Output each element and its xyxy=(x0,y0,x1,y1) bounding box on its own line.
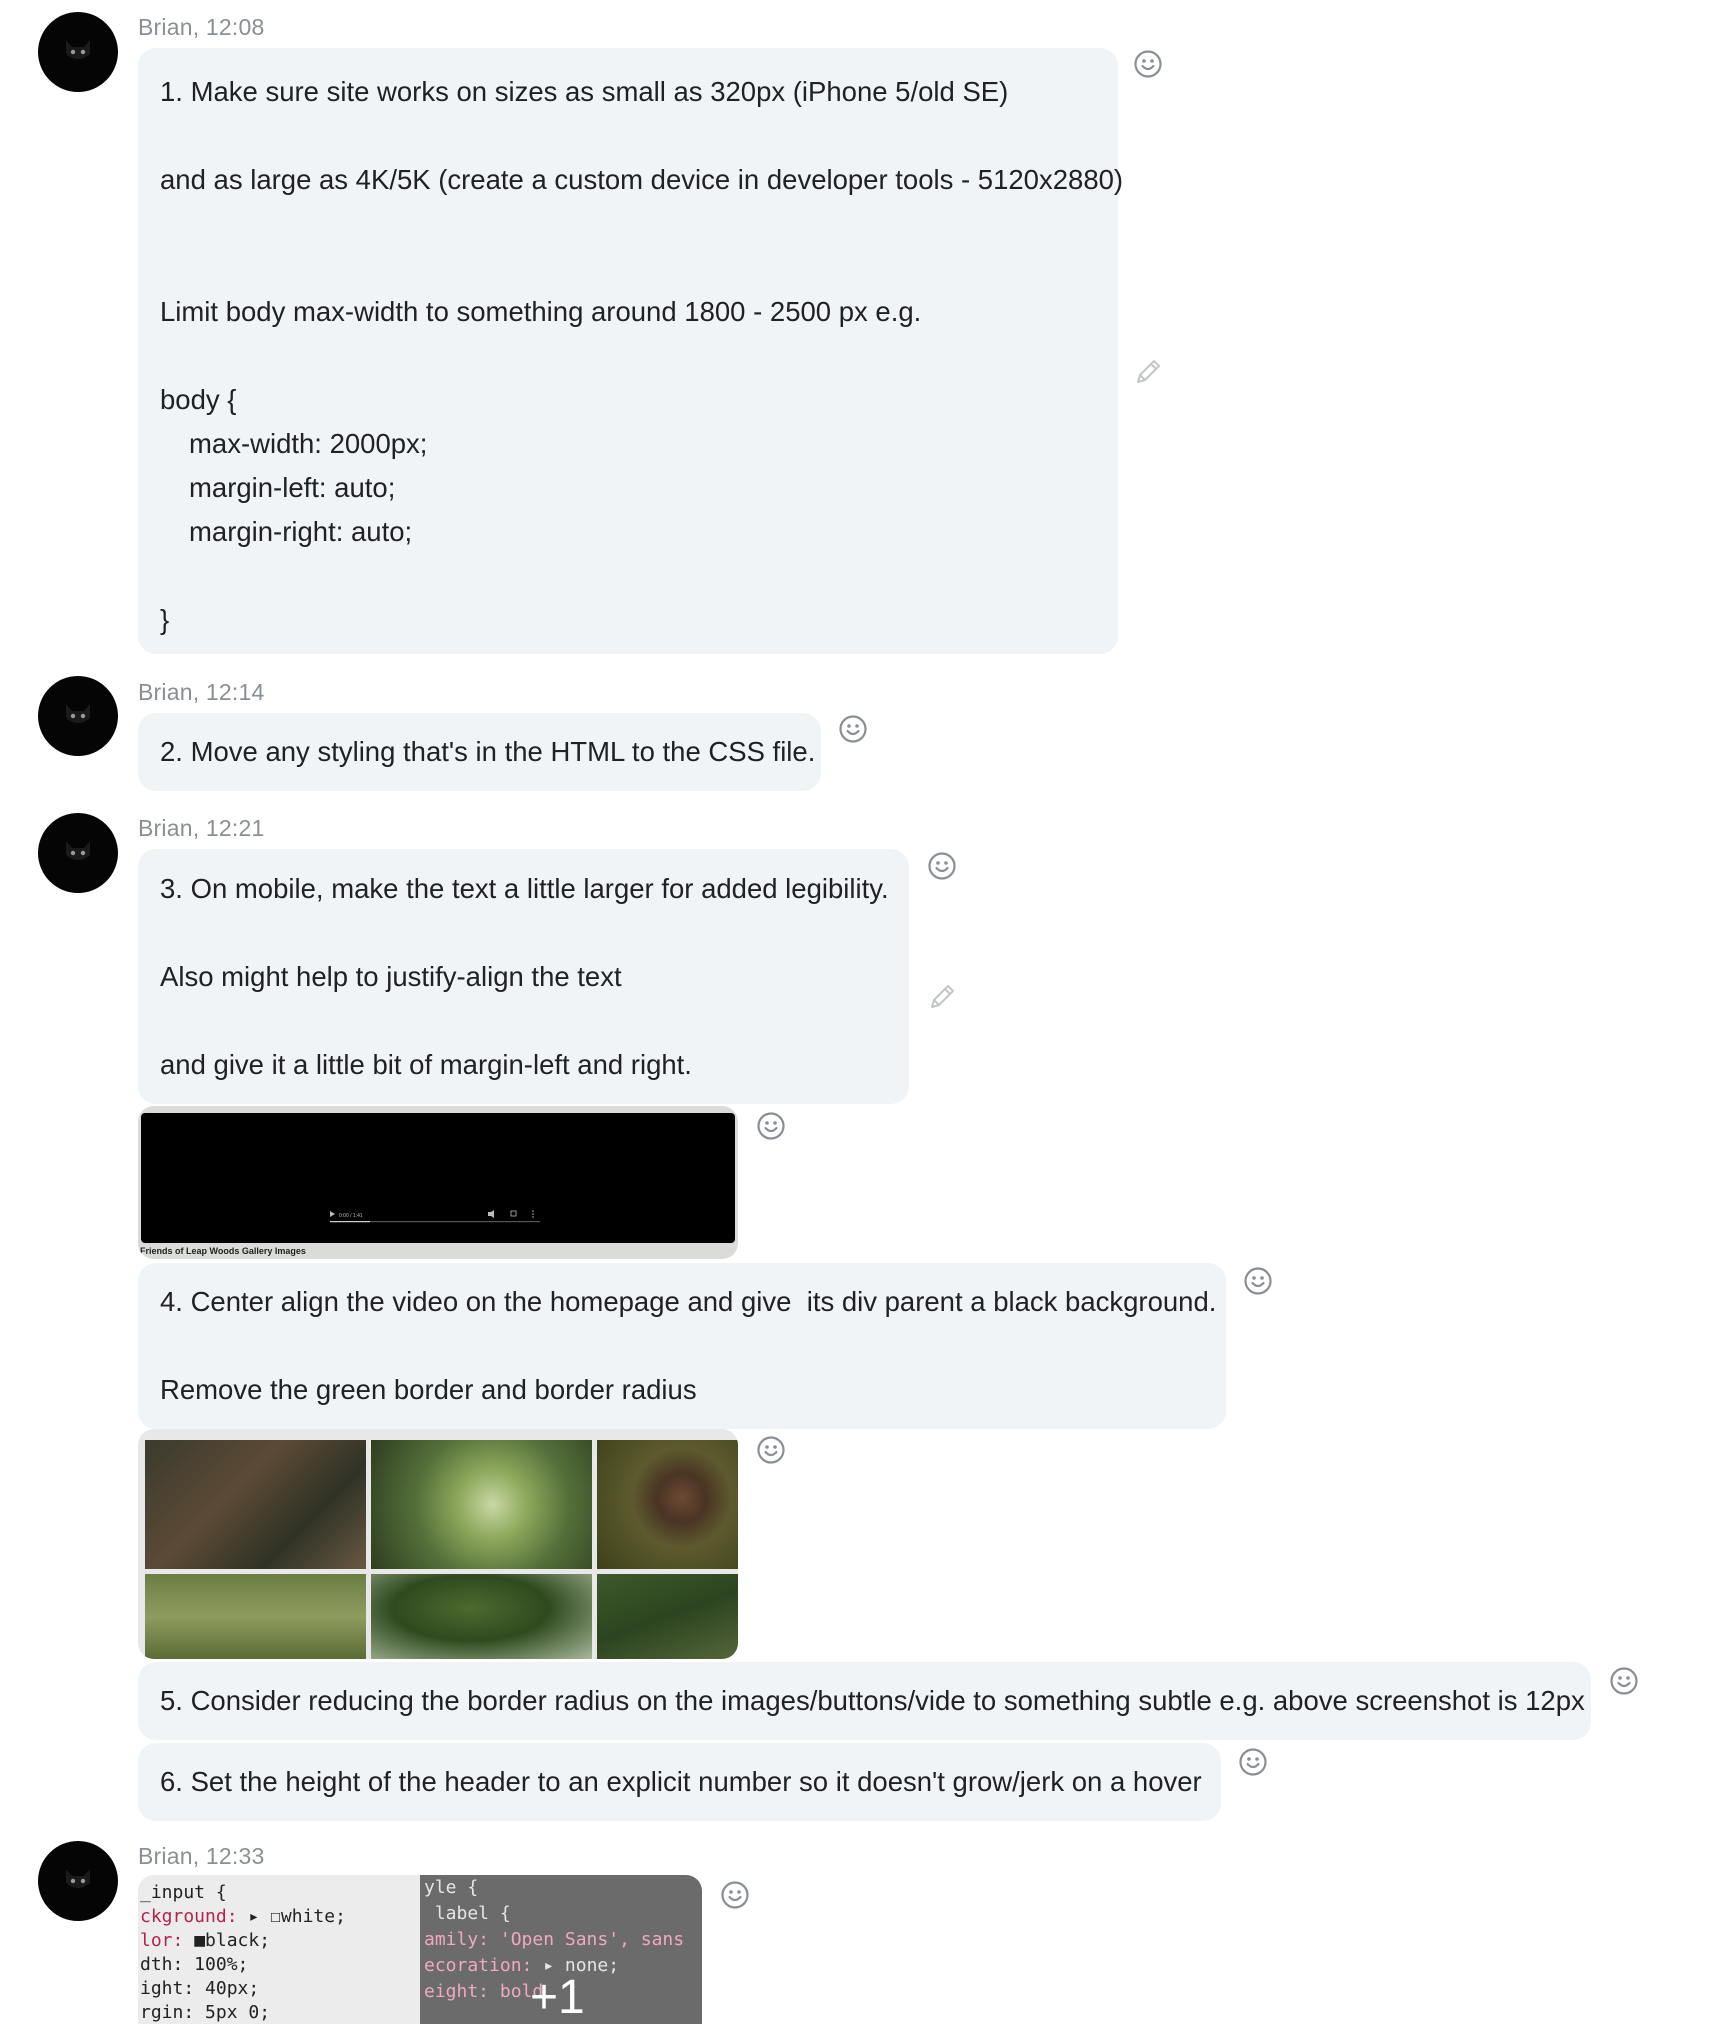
message-sender-time: Brian, 12:33 xyxy=(138,1843,265,1869)
code-text: margin-right: auto; xyxy=(189,516,413,547)
video-player xyxy=(141,1113,735,1243)
cat-face-icon xyxy=(66,841,90,860)
message-text: and give it a little bit of margin-left … xyxy=(160,1049,692,1080)
message-text: 2. Move any styling that's in the HTML t… xyxy=(160,736,816,767)
message-bubble[interactable]: 6. Set the height of the header to an ex… xyxy=(138,1743,1221,1821)
more-images-count: +1 xyxy=(530,1971,585,2024)
message-bubble[interactable]: 5. Consider reducing the border radius o… xyxy=(138,1662,1591,1740)
message-text: 5. Consider reducing the border radius o… xyxy=(160,1685,1585,1716)
chat-thread: Brian, 12:08 1. Make sure site works on … xyxy=(0,0,1712,2024)
add-reaction-smiley-icon[interactable] xyxy=(838,714,868,744)
add-reaction-smiley-icon[interactable] xyxy=(1243,1266,1273,1296)
cat-face-icon xyxy=(66,40,90,59)
add-reaction-smiley-icon[interactable] xyxy=(1238,1747,1268,1777)
message-text: 6. Set the height of the header to an ex… xyxy=(160,1766,1202,1797)
message-bubble[interactable]: 4. Center align the video on the homepag… xyxy=(138,1263,1226,1429)
message-sender-time: Brian, 12:14 xyxy=(138,679,265,705)
add-reaction-smiley-icon[interactable] xyxy=(1609,1666,1639,1696)
photo-woman-forest xyxy=(145,1440,366,1569)
message-bubble[interactable]: 2. Move any styling that's in the HTML t… xyxy=(138,713,821,791)
avatar[interactable] xyxy=(38,12,118,92)
code-text: body { xyxy=(160,384,237,415)
code-screenshot-left: _input { ckground: ▸ ☐white; lor: ■black… xyxy=(138,1875,420,2024)
code-screenshot-right: yle { label { amily: 'Open Sans', sans e… xyxy=(420,1875,702,2024)
photo-child-meadow xyxy=(145,1574,366,1659)
avatar[interactable] xyxy=(38,676,118,756)
video-controls: 0:00 / 1:41 xyxy=(330,1210,540,1223)
photo-fern xyxy=(371,1440,592,1569)
video-time: 0:00 / 1:41 xyxy=(339,1213,363,1219)
cat-face-icon xyxy=(66,1869,90,1888)
message-text: Also might help to justify-align the tex… xyxy=(160,961,622,992)
message-bubble[interactable]: 1. Make sure site works on sizes as smal… xyxy=(138,48,1124,654)
gallery-screenshot-image[interactable] xyxy=(138,1429,738,1659)
add-reaction-smiley-icon[interactable] xyxy=(720,1880,750,1910)
cat-face-icon xyxy=(66,704,90,723)
message-text: 3. On mobile, make the text a little lar… xyxy=(160,873,889,904)
edit-pencil-icon[interactable] xyxy=(927,982,957,1012)
code-text: } xyxy=(160,604,170,635)
message-sender-time: Brian, 12:08 xyxy=(138,14,265,40)
photo-dog xyxy=(597,1440,738,1569)
message-text: 4. Center align the video on the homepag… xyxy=(160,1286,1217,1317)
add-reaction-smiley-icon[interactable] xyxy=(927,851,957,881)
video-screenshot-image[interactable]: 0:00 / 1:41 Friends of Leap Woods Galler… xyxy=(138,1106,738,1259)
photo-woman-shrubs xyxy=(597,1574,738,1659)
code-text: max-width: 2000px; xyxy=(189,428,428,459)
message-text: 1. Make sure site works on sizes as smal… xyxy=(160,76,1009,107)
message-text: and as large as 4K/5K (create a custom d… xyxy=(160,164,1124,195)
code-screenshot-image[interactable]: _input { ckground: ▸ ☐white; lor: ■black… xyxy=(138,1875,702,2024)
add-reaction-smiley-icon[interactable] xyxy=(1133,49,1163,79)
avatar[interactable] xyxy=(38,1841,118,1921)
add-reaction-smiley-icon[interactable] xyxy=(756,1435,786,1465)
message-text: Remove the green border and border radiu… xyxy=(160,1374,697,1405)
edit-pencil-icon[interactable] xyxy=(1133,357,1163,387)
code-text: margin-left: auto; xyxy=(189,472,396,503)
message-sender-time: Brian, 12:21 xyxy=(138,815,265,841)
message-text: Limit body max-width to something around… xyxy=(160,296,922,327)
video-caption: Friends of Leap Woods Gallery Images xyxy=(140,1246,306,1256)
message-bubble[interactable]: 3. On mobile, make the text a little lar… xyxy=(138,849,909,1104)
photo-tree xyxy=(371,1574,592,1659)
add-reaction-smiley-icon[interactable] xyxy=(756,1111,786,1141)
avatar[interactable] xyxy=(38,813,118,893)
